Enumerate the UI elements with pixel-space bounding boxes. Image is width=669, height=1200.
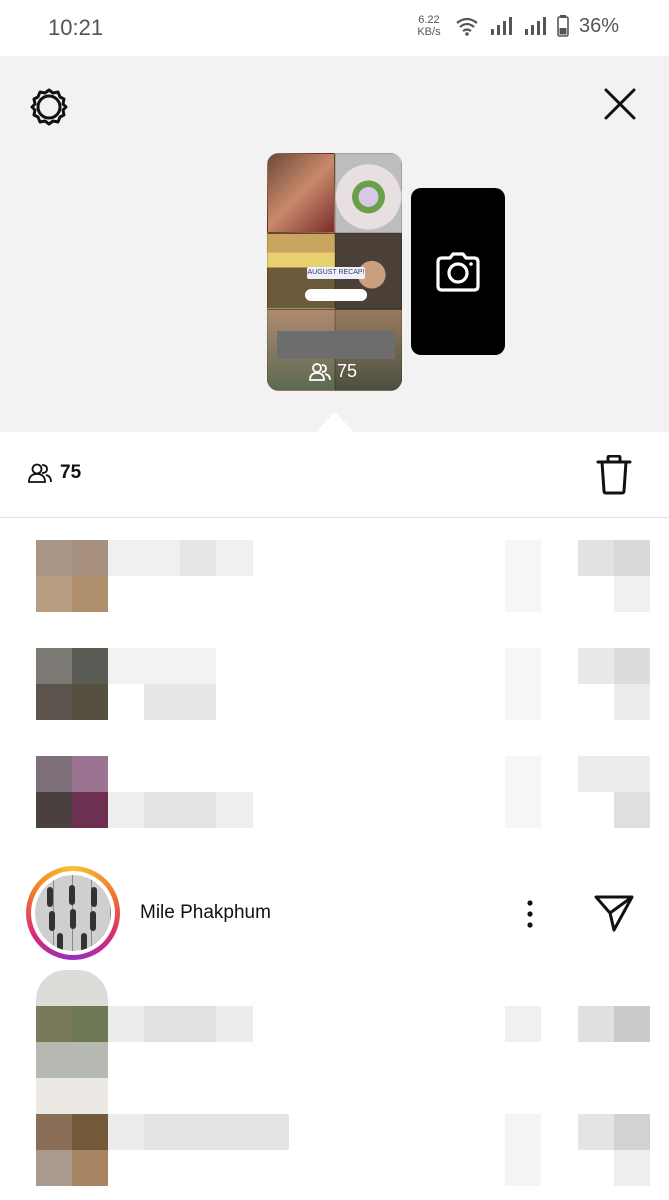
network-speed-unit: KB/s: [417, 26, 441, 38]
viewers-header: 75: [0, 432, 669, 518]
blurred-viewer-row: [0, 736, 669, 836]
viewer-count-label: 75: [60, 462, 82, 483]
story-viewers-overlay: 75: [309, 361, 357, 382]
avatar-image: [35, 875, 111, 951]
signal-icon: [490, 17, 512, 35]
battery-icon: [557, 15, 569, 37]
trash-icon[interactable]: [596, 455, 632, 495]
collage-photo: [334, 153, 402, 233]
story-sticker: [305, 289, 367, 301]
camera-icon: [436, 251, 480, 292]
battery-percent: 36%: [578, 14, 619, 37]
system-icons: 6.22 KB/s 36%: [413, 14, 619, 38]
more-vertical-icon[interactable]: [520, 898, 540, 930]
signal-icon: [524, 17, 546, 35]
story-thumbnail[interactable]: AUGUST RECAP! 75: [267, 153, 402, 391]
blurred-viewer-row: [0, 970, 669, 1078]
story-text-bar: [277, 331, 395, 359]
blurred-viewer-row: [0, 628, 669, 728]
status-time: 10:21: [48, 15, 104, 40]
blurred-viewer-row: [0, 1078, 669, 1200]
viewer-username[interactable]: Mile Phakphum: [140, 902, 271, 924]
selection-pointer: [315, 412, 355, 433]
people-icon: [28, 463, 52, 483]
close-icon[interactable]: [602, 86, 638, 122]
network-speed-value: 6.22: [418, 14, 440, 26]
network-speed: 6.22 KB/s: [413, 14, 445, 38]
avatar[interactable]: [26, 866, 120, 960]
recap-banner: AUGUST RECAP!: [307, 267, 365, 279]
story-viewer-count: 75: [337, 361, 358, 381]
blurred-viewer-row: [0, 520, 669, 620]
collage-photo: [267, 153, 335, 233]
send-icon[interactable]: [593, 893, 635, 933]
people-icon: [309, 362, 331, 381]
wifi-icon: [456, 17, 478, 36]
viewer-count[interactable]: 75: [28, 462, 81, 484]
gear-icon[interactable]: [28, 86, 70, 128]
add-story-button[interactable]: [411, 188, 505, 355]
status-bar: 10:21 6.22 KB/s 36%: [0, 0, 669, 56]
